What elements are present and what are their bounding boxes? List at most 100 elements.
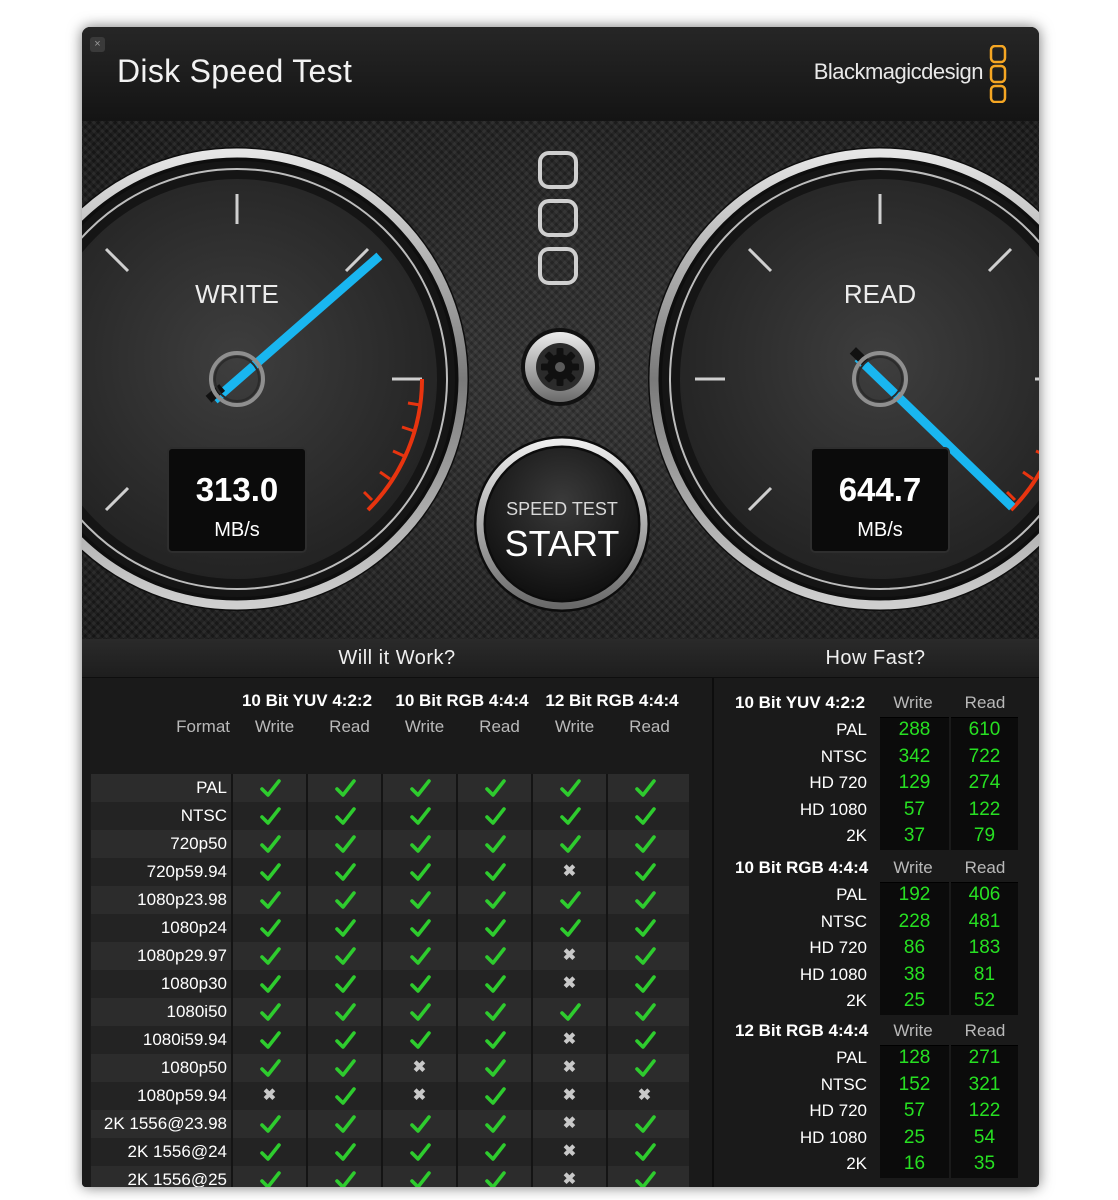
table-row: 1080p50 ✖ ✖ bbox=[91, 1054, 689, 1082]
supported-cell bbox=[231, 998, 306, 1026]
checkmark-icon bbox=[259, 807, 281, 825]
center-logo-icon bbox=[538, 151, 578, 285]
checkmark-icon bbox=[259, 779, 281, 797]
brand-name: Blackmagicdesign bbox=[813, 59, 984, 84]
read-speed-cell: 122 bbox=[968, 798, 1001, 820]
will-sub-header: Write bbox=[254, 717, 295, 736]
format-label: 1080p50 bbox=[160, 1058, 227, 1077]
supported-cell bbox=[306, 1166, 381, 1187]
start-button-label: START bbox=[505, 523, 620, 564]
checkmark-icon bbox=[484, 919, 506, 937]
checkmark-icon bbox=[484, 835, 506, 853]
supported-cell bbox=[456, 1166, 531, 1187]
supported-cell bbox=[531, 830, 606, 858]
close-button[interactable]: × bbox=[90, 37, 105, 52]
supported-cell bbox=[306, 914, 381, 942]
settings-button[interactable] bbox=[521, 328, 599, 406]
supported-cell bbox=[231, 942, 306, 970]
supported-cell bbox=[381, 1026, 456, 1054]
checkmark-icon bbox=[259, 1003, 281, 1021]
format-label: NTSC bbox=[820, 911, 867, 931]
supported-cell bbox=[531, 774, 606, 802]
checkmark-icon bbox=[634, 807, 656, 825]
supported-cell bbox=[306, 942, 381, 970]
unsupported-cell: ✖ bbox=[381, 1082, 456, 1110]
checkmark-icon bbox=[334, 1059, 356, 1077]
checkmark-icon bbox=[334, 835, 356, 853]
checkmark-icon bbox=[334, 891, 356, 909]
write-gauge: WRITE 313.0 MB/s bbox=[82, 147, 469, 611]
how-fast-row: PAL 128 271 bbox=[712, 1045, 1039, 1073]
read-speed-cell: 481 bbox=[968, 910, 1001, 932]
table-row: 1080p29.97 ✖ bbox=[91, 942, 689, 970]
will-sub-header: Read bbox=[479, 717, 520, 736]
checkmark-icon bbox=[334, 919, 356, 937]
write-column-header: Write bbox=[893, 693, 933, 712]
table-row: 2K 1556@25 ✖ bbox=[91, 1166, 689, 1187]
checkmark-icon bbox=[409, 1115, 431, 1133]
table-row: 1080i50 bbox=[91, 998, 689, 1026]
checkmark-icon bbox=[334, 1171, 356, 1187]
unsupported-cell: ✖ bbox=[531, 858, 606, 886]
supported-cell bbox=[531, 802, 606, 830]
checkmark-icon bbox=[259, 975, 281, 993]
write-speed-cell: 152 bbox=[898, 1073, 931, 1095]
how-fast-row: PAL 192 406 bbox=[712, 882, 1039, 910]
cross-icon: ✖ bbox=[637, 1087, 652, 1104]
unsupported-cell: ✖ bbox=[531, 1082, 606, 1110]
table-row: 1080i59.94 ✖ bbox=[91, 1026, 689, 1054]
close-icon: × bbox=[94, 38, 101, 50]
read-gauge: READ 644.7 MB/s bbox=[648, 147, 1039, 611]
unsupported-cell: ✖ bbox=[531, 1054, 606, 1082]
table-row: 1080p59.94 ✖ ✖ ✖ ✖ bbox=[91, 1082, 689, 1110]
unsupported-cell: ✖ bbox=[381, 1054, 456, 1082]
format-label: 1080i50 bbox=[166, 1002, 227, 1021]
write-column-header: Write bbox=[893, 1021, 933, 1040]
format-label: NTSC bbox=[820, 746, 867, 766]
checkmark-icon bbox=[409, 779, 431, 797]
write-speed-value: 313.0 bbox=[196, 471, 279, 508]
supported-cell bbox=[231, 914, 306, 942]
supported-cell bbox=[456, 914, 531, 942]
write-speed-cell: 228 bbox=[898, 910, 931, 932]
cross-icon: ✖ bbox=[562, 1143, 577, 1160]
format-label: PAL bbox=[836, 1048, 867, 1067]
how-fast-row: PAL 288 610 bbox=[712, 717, 1039, 745]
will-sub-header: Read bbox=[629, 717, 670, 736]
checkmark-icon bbox=[634, 1115, 656, 1133]
unsupported-cell: ✖ bbox=[531, 1110, 606, 1138]
checkmark-icon bbox=[484, 1031, 506, 1049]
supported-cell bbox=[231, 1166, 306, 1187]
supported-cell bbox=[606, 886, 681, 914]
checkmark-icon bbox=[634, 919, 656, 937]
supported-cell bbox=[306, 1138, 381, 1166]
cross-icon: ✖ bbox=[562, 1059, 577, 1076]
supported-cell bbox=[231, 1138, 306, 1166]
supported-cell bbox=[456, 830, 531, 858]
unsupported-cell: ✖ bbox=[531, 1138, 606, 1166]
read-speed-value: 644.7 bbox=[839, 471, 922, 508]
supported-cell bbox=[231, 970, 306, 998]
supported-cell bbox=[456, 1054, 531, 1082]
supported-cell bbox=[606, 942, 681, 970]
cross-icon: ✖ bbox=[562, 863, 577, 880]
supported-cell bbox=[381, 1138, 456, 1166]
will-it-work-title: Will it Work? bbox=[82, 639, 712, 678]
start-button[interactable]: SPEED TEST START bbox=[474, 436, 650, 612]
supported-cell bbox=[381, 914, 456, 942]
read-speed-unit: MB/s bbox=[857, 519, 903, 541]
format-label: 2K bbox=[846, 1154, 867, 1173]
supported-cell bbox=[306, 970, 381, 998]
table-row: 720p50 bbox=[91, 830, 689, 858]
how-fast-row: HD 720 129 274 bbox=[712, 770, 1039, 797]
how-fast-row: NTSC 342 722 bbox=[712, 743, 1039, 770]
checkmark-icon bbox=[484, 779, 506, 797]
supported-cell bbox=[306, 830, 381, 858]
supported-cell bbox=[231, 1110, 306, 1138]
checkmark-icon bbox=[484, 1059, 506, 1077]
how-fast-group-header: 12 Bit RGB 4:4:4 Write Read bbox=[712, 1017, 1039, 1045]
will-group-header: 12 Bit RGB 4:4:4 bbox=[545, 691, 679, 710]
supported-cell bbox=[381, 1166, 456, 1187]
format-label: 720p59.94 bbox=[146, 862, 227, 881]
write-speed-cell: 129 bbox=[898, 772, 931, 793]
